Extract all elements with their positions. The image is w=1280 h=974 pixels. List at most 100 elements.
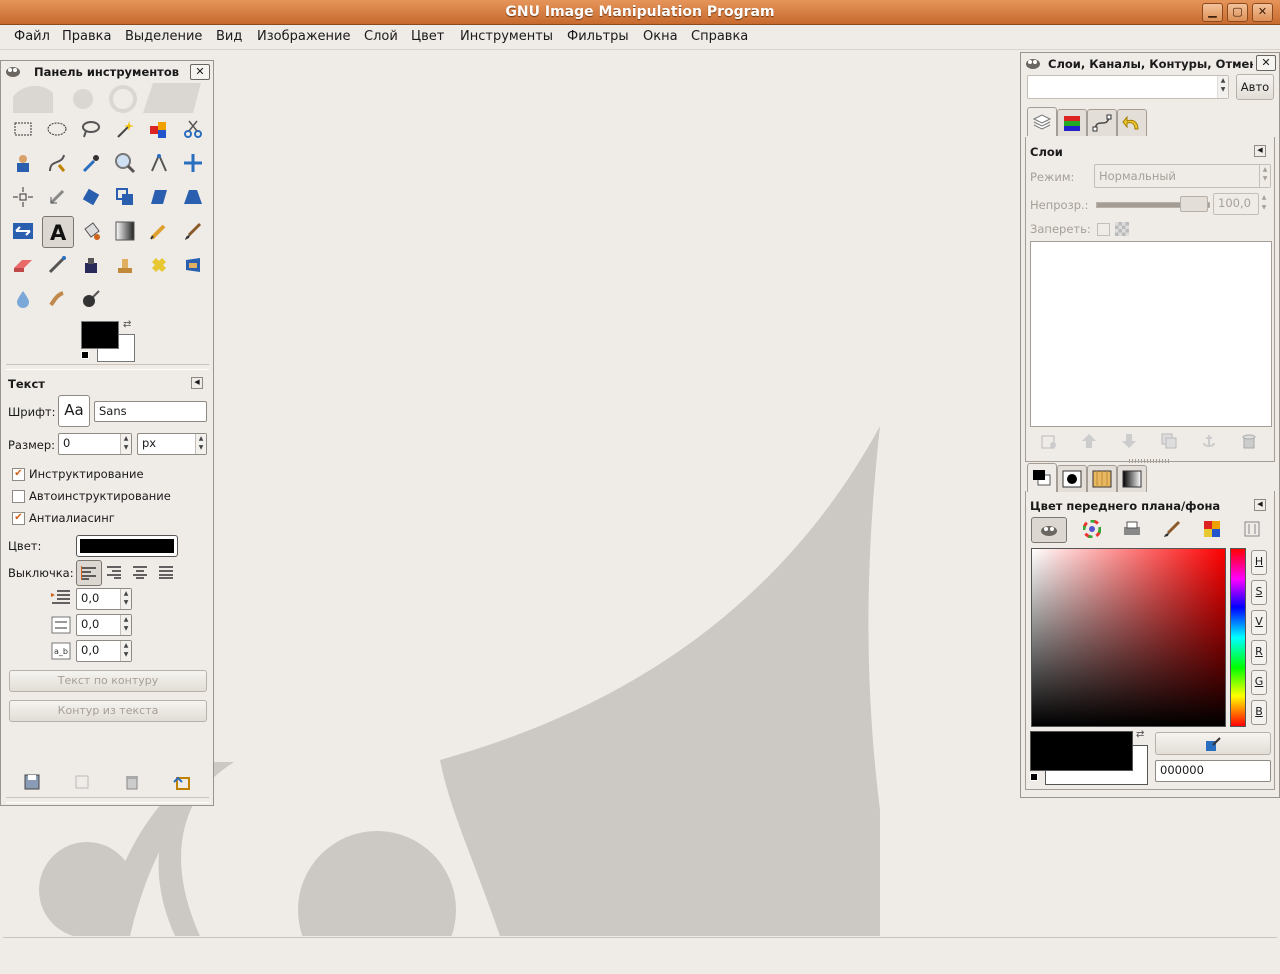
raise-layer-button[interactable] [1076, 428, 1102, 454]
lower-layer-button[interactable] [1116, 428, 1142, 454]
bucket-fill-tool[interactable] [78, 218, 104, 244]
reset-options-button[interactable] [169, 769, 195, 795]
text-tool[interactable]: A [42, 216, 74, 248]
blend-tool[interactable] [112, 218, 138, 244]
ellipse-select-tool[interactable] [44, 116, 70, 142]
color-dock-swap-icon[interactable]: ⇄ [1136, 729, 1144, 740]
auto-button[interactable]: Авто [1236, 74, 1274, 100]
clone-tool[interactable] [112, 252, 138, 278]
tab-menu-icon[interactable]: ◀ [191, 377, 203, 389]
foreground-color-swatch[interactable] [81, 321, 119, 349]
line-spacing-spin-buttons[interactable]: ▲ ▼ [120, 615, 131, 635]
heal-tool[interactable] [146, 252, 172, 278]
menu-colors[interactable]: Цвет [411, 29, 444, 44]
palette-selector-tab[interactable] [1195, 517, 1229, 541]
smudge-tool[interactable] [44, 286, 70, 312]
hue-slider[interactable] [1230, 548, 1246, 727]
tab-brushes[interactable] [1057, 465, 1087, 492]
color-tab-menu-icon[interactable]: ◀ [1254, 499, 1266, 511]
tab-layers[interactable] [1027, 107, 1057, 136]
minimize-button[interactable]: ▁ [1202, 3, 1223, 22]
tab-fg-bg-colors[interactable] [1027, 463, 1057, 492]
watercolor-selector-tab[interactable] [1155, 517, 1189, 541]
indent-spin-buttons[interactable]: ▲ ▼ [120, 589, 131, 609]
delete-options-button[interactable] [119, 769, 145, 795]
text-along-path-button[interactable]: Текст по контуру [9, 670, 207, 692]
size-unit-select[interactable]: px ▲ ▼ [137, 433, 207, 455]
align-tool[interactable] [10, 184, 36, 210]
font-preview-button[interactable]: Aa [58, 395, 90, 427]
menu-view[interactable]: Вид [216, 29, 242, 44]
color-picker-tool[interactable] [78, 150, 104, 176]
justify-right-button[interactable] [102, 560, 126, 584]
indent-input[interactable]: 0,0 ▲ ▼ [76, 588, 132, 610]
scales-selector-tab[interactable] [1235, 517, 1269, 541]
text-color-button[interactable] [76, 535, 178, 557]
font-input[interactable]: Sans [94, 401, 207, 422]
image-select-dropdown[interactable]: ▲ ▼ [1027, 75, 1229, 99]
layers-list[interactable] [1030, 241, 1272, 427]
crop-tool[interactable] [44, 184, 70, 210]
tab-gradients[interactable] [1117, 465, 1147, 492]
rect-select-tool[interactable] [10, 116, 36, 142]
perspective-tool[interactable] [180, 184, 206, 210]
channel-r-button[interactable]: R [1251, 640, 1267, 665]
menu-image[interactable]: Изображение [257, 29, 350, 44]
antialias-checkbox[interactable]: ✔ [12, 512, 25, 525]
tab-patterns[interactable] [1087, 465, 1117, 492]
menu-windows[interactable]: Окна [643, 29, 678, 44]
letter-spacing-input[interactable]: 0,0 ▲ ▼ [76, 640, 132, 662]
lock-alpha-checkbox[interactable] [1097, 223, 1110, 236]
menu-select[interactable]: Выделение [125, 29, 202, 44]
paths-tool[interactable] [44, 150, 70, 176]
scissors-tool[interactable] [180, 116, 206, 142]
size-spin-buttons[interactable]: ▲ ▼ [120, 434, 131, 454]
layers-dock-close-button[interactable]: ✕ [1256, 55, 1276, 71]
dodge-burn-tool[interactable] [78, 286, 104, 312]
menu-help[interactable]: Справка [691, 29, 748, 44]
swap-colors-icon[interactable]: ⇄ [123, 319, 131, 330]
close-window-button[interactable]: ✕ [1252, 3, 1273, 22]
tab-paths[interactable] [1087, 109, 1117, 136]
line-spacing-input[interactable]: 0,0 ▲ ▼ [76, 614, 132, 636]
save-options-button[interactable] [19, 769, 45, 795]
menu-file[interactable]: Файл [14, 29, 50, 44]
opacity-input[interactable]: 100,0 [1213, 193, 1259, 215]
menu-edit[interactable]: Правка [62, 29, 111, 44]
restore-options-button[interactable] [69, 769, 95, 795]
path-from-text-button[interactable]: Контур из текста [9, 700, 207, 722]
triangle-selector-tab[interactable] [1075, 517, 1109, 541]
duplicate-layer-button[interactable] [1156, 428, 1182, 454]
default-colors-icon[interactable] [81, 351, 89, 359]
blur-tool[interactable] [10, 286, 36, 312]
delete-layer-button[interactable] [1236, 428, 1262, 454]
justify-center-button[interactable] [128, 560, 152, 584]
channel-g-button[interactable]: G [1251, 670, 1267, 695]
pencil-tool[interactable] [146, 218, 172, 244]
layers-tab-menu-icon[interactable]: ◀ [1254, 145, 1266, 157]
menu-layer[interactable]: Слой [364, 29, 398, 44]
ink-tool[interactable] [78, 252, 104, 278]
tab-channels[interactable] [1057, 109, 1087, 136]
anchor-layer-button[interactable] [1196, 428, 1222, 454]
shear-tool[interactable] [146, 184, 172, 210]
paintbrush-tool[interactable] [180, 218, 206, 244]
saturation-value-picker[interactable] [1031, 548, 1226, 727]
gimp-selector-tab[interactable] [1031, 517, 1067, 543]
perspective-clone-tool[interactable] [180, 252, 206, 278]
letter-spacing-spin-buttons[interactable]: ▲ ▼ [120, 641, 131, 661]
channel-s-button[interactable]: S [1251, 580, 1267, 605]
opacity-spin-buttons[interactable]: ▲ ▼ [1259, 193, 1269, 215]
justify-left-button[interactable] [76, 560, 102, 586]
zoom-tool[interactable] [112, 150, 138, 176]
eraser-tool[interactable] [10, 252, 36, 278]
cmyk-selector-tab[interactable] [1115, 517, 1149, 541]
hex-color-input[interactable]: 000000 [1155, 760, 1271, 782]
color-dock-fg-swatch[interactable] [1030, 731, 1133, 771]
menu-filters[interactable]: Фильтры [567, 29, 629, 44]
flip-tool[interactable] [10, 218, 36, 244]
free-select-tool[interactable] [78, 116, 104, 142]
select-by-color-tool[interactable] [146, 116, 172, 142]
pane-resize-grip[interactable] [1129, 459, 1169, 463]
toolbox-close-button[interactable]: ✕ [190, 64, 210, 80]
